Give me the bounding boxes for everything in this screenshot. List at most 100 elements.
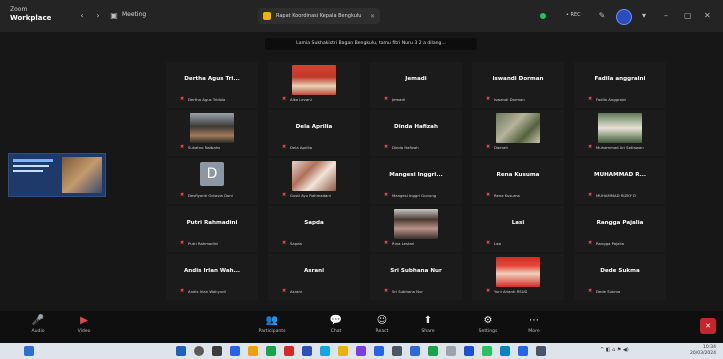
- forward-icon[interactable]: ›: [94, 12, 102, 20]
- mic-muted-icon: ✖: [486, 192, 491, 198]
- word-icon[interactable]: [302, 346, 312, 356]
- participant-tile[interactable]: Asrani ✖ Asrani: [268, 254, 360, 300]
- participant-tile[interactable]: Dertha Agus Tri... ✖ Dertha Agus Tridola: [166, 62, 258, 108]
- app-icon[interactable]: [356, 346, 366, 356]
- app-icon[interactable]: [500, 346, 510, 356]
- share-text-line: [13, 165, 49, 167]
- participant-name: Dertha Agus Tri...: [184, 76, 240, 82]
- participant-tile[interactable]: Putri Rahmadini ✖ Putri Rahmadini: [166, 206, 258, 252]
- connection-status-icon: [540, 13, 546, 19]
- app-icon[interactable]: [410, 346, 420, 356]
- maximize-icon[interactable]: ▢: [684, 11, 692, 20]
- video-off-icon: ▶: [80, 315, 88, 326]
- leave-meeting-button[interactable]: ✕: [700, 318, 716, 334]
- participant-label: Rena Kusuma: [494, 193, 520, 198]
- participant-tile[interactable]: ✖ Rina Lestari: [370, 206, 462, 252]
- react-button[interactable]: ☺ React: [364, 314, 400, 340]
- participant-tile[interactable]: Dinda Hafizah ✖ Dinda Hafizah: [370, 110, 462, 156]
- file-explorer-icon[interactable]: [248, 346, 258, 356]
- meeting-tab[interactable]: Rapat Koordinasi Kepala Bengkulu ✕: [258, 8, 380, 24]
- live-caption: Lamia Sukhakistri Bagan Bengkulu, tamu f…: [265, 38, 477, 50]
- participant-tile[interactable]: Jemadi ✖ Jemadi: [370, 62, 462, 108]
- taskbar-clock[interactable]: 10:34 20/03/2024: [690, 345, 716, 357]
- participant-tile[interactable]: Lasi ✖ Lasi: [472, 206, 564, 252]
- mic-muted-icon: ✖: [180, 288, 185, 294]
- mail-icon[interactable]: [284, 346, 294, 356]
- participant-tile[interactable]: ✖ Muhammad Ari Setiawan: [574, 110, 666, 156]
- participant-tile[interactable]: Rena Kusuma ✖ Rena Kusuma: [472, 158, 564, 204]
- close-window-icon[interactable]: ✕: [704, 11, 711, 20]
- audio-button[interactable]: 🎤 Audio: [20, 314, 56, 340]
- participant-tile[interactable]: Mangesi Inggri... ✖ Mangesi Inggri Gunun…: [370, 158, 462, 204]
- settings-label: Settings: [478, 329, 498, 334]
- zoom-taskbar-icon[interactable]: [374, 346, 384, 356]
- mic-muted-icon: ✖: [384, 288, 389, 294]
- mic-muted-icon: ✖: [588, 96, 593, 102]
- minimize-icon[interactable]: –: [664, 11, 668, 20]
- mic-muted-icon: ✖: [180, 144, 185, 150]
- participant-tile[interactable]: MUHAMMAD R... ✖ MUHAMMAD RIZKY D: [574, 158, 666, 204]
- participant-photo: [496, 113, 540, 143]
- app-icon[interactable]: [482, 346, 492, 356]
- edge-icon[interactable]: [230, 346, 240, 356]
- share-button[interactable]: ⬆ Share: [410, 314, 446, 340]
- mic-muted-icon: ✖: [486, 288, 491, 294]
- participant-name: Iswandi Dorman: [492, 76, 544, 82]
- mic-muted-icon: ✖: [588, 144, 593, 150]
- participant-tile[interactable]: Sapda ✖ Sapda: [268, 206, 360, 252]
- dropdown-icon[interactable]: ▾: [640, 12, 648, 20]
- chat-icon: 💬: [329, 315, 343, 326]
- back-icon[interactable]: ‹: [78, 12, 86, 20]
- participants-button[interactable]: 👥 Participants: [254, 314, 290, 340]
- participant-photo: [598, 113, 642, 143]
- participant-tile[interactable]: ✖ Sukatno Naibaho: [166, 110, 258, 156]
- settings-button[interactable]: ⚙ Settings: [470, 314, 506, 340]
- participant-photo: [496, 257, 540, 287]
- app-icon[interactable]: [392, 346, 402, 356]
- more-button[interactable]: ⋯ More: [516, 314, 552, 340]
- participant-tile[interactable]: Andis Irlan Wah... ✖ Andis Irlan Wahyudi: [166, 254, 258, 300]
- edit-icon[interactable]: ✎: [598, 12, 606, 20]
- search-icon[interactable]: [194, 346, 204, 356]
- app-icon[interactable]: [464, 346, 474, 356]
- photos-icon[interactable]: [320, 346, 330, 356]
- video-button[interactable]: ▶ Video: [66, 314, 102, 340]
- meeting-menu[interactable]: Meeting: [122, 11, 146, 18]
- share-title-line: [13, 159, 53, 162]
- weather-icon[interactable]: [24, 346, 34, 356]
- participant-name: Dede Sukma: [600, 268, 640, 274]
- participant-label: Sapda: [290, 241, 302, 246]
- task-view-icon[interactable]: [212, 346, 222, 356]
- participant-tile[interactable]: ✖ Daerah: [472, 110, 564, 156]
- app-icon[interactable]: [446, 346, 456, 356]
- system-tray[interactable]: ^ ◧ ⌂ ⚑ ◀): [600, 347, 629, 353]
- profile-avatar[interactable]: [616, 9, 632, 25]
- participant-tile[interactable]: D ✖ Desfiyanti Octavia Doni: [166, 158, 258, 204]
- participant-tile[interactable]: Dela Aprilia ✖ Dela Aprilia: [268, 110, 360, 156]
- participant-name: Dinda Hafizah: [394, 124, 438, 130]
- participant-tile[interactable]: ✖ Yuni Arianti RSUD: [472, 254, 564, 300]
- participant-label: Muhammad Ari Setiawan: [596, 145, 644, 150]
- participant-tile[interactable]: Fadila anggraini ✖ Fadila Anggraini: [574, 62, 666, 108]
- mic-muted-icon: ✖: [180, 96, 185, 102]
- participant-tile[interactable]: Iswandi Dorman ✖ Iswandi Dorman: [472, 62, 564, 108]
- app-icon[interactable]: [536, 346, 546, 356]
- chrome-icon[interactable]: [338, 346, 348, 356]
- participant-tile[interactable]: Dede Sukma ✖ Dede Sukma: [574, 254, 666, 300]
- screen-share-thumbnail[interactable]: [8, 153, 106, 197]
- app-icon[interactable]: [518, 346, 528, 356]
- participant-tile[interactable]: Rangga Pajalia ✖ Rangga Pajalia: [574, 206, 666, 252]
- participant-tile[interactable]: ✖ Aiko Levani: [268, 62, 360, 108]
- whatsapp-icon[interactable]: [428, 346, 438, 356]
- microphone-muted-icon: 🎤: [31, 315, 45, 326]
- meeting-icon[interactable]: ▣: [110, 12, 118, 20]
- participant-tile[interactable]: ✖ Gusti Ayu Rahmadani: [268, 158, 360, 204]
- chat-button[interactable]: 💬 Chat: [318, 314, 354, 340]
- start-icon[interactable]: [176, 346, 186, 356]
- store-icon[interactable]: [266, 346, 276, 356]
- participant-label: Sri Subhana Nur: [392, 289, 423, 294]
- participant-label: Mangesi Inggri Gunung: [392, 193, 437, 198]
- participant-label: Andis Irlan Wahyudi: [188, 289, 226, 294]
- close-tab-icon[interactable]: ✕: [370, 13, 375, 20]
- participant-tile[interactable]: Sri Subhana Nur ✖ Sri Subhana Nur: [370, 254, 462, 300]
